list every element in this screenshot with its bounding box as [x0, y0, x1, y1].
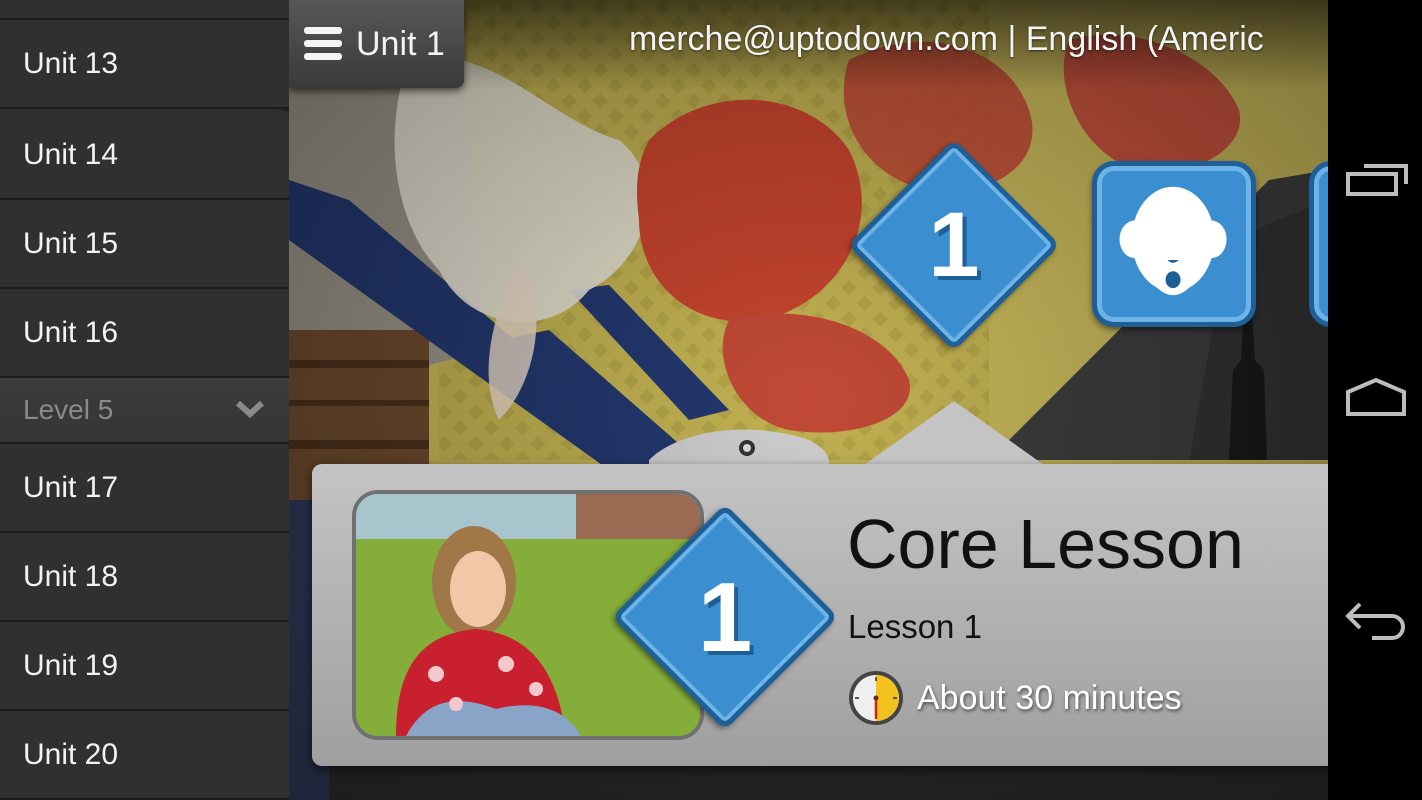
sidebar-item-partial[interactable] — [0, 0, 289, 20]
recent-apps-button[interactable] — [1340, 150, 1412, 210]
chevron-down-icon — [235, 400, 265, 419]
home-button[interactable] — [1340, 370, 1412, 430]
sidebar-item-unit-19[interactable]: Unit 19 — [0, 622, 289, 711]
hamburger-menu-icon — [304, 27, 342, 61]
lesson-card[interactable]: 1 Core Lesson Lesson 1 About 30 minutes — [312, 464, 1328, 766]
sidebar-item-label: Unit 15 — [23, 226, 119, 260]
unit-button-label: Unit 1 — [356, 24, 445, 63]
lesson-title: Core Lesson — [847, 505, 1244, 583]
activity-number: 1 — [928, 193, 980, 296]
back-icon — [1345, 602, 1405, 640]
sidebar-item-unit-17[interactable]: Unit 17 — [0, 444, 289, 533]
sidebar-item-unit-13[interactable]: Unit 13 — [0, 20, 289, 109]
duration-text: About 30 minutes — [917, 678, 1182, 717]
sidebar-level-5-header[interactable]: Level 5 — [0, 378, 289, 444]
clock-icon — [849, 671, 903, 725]
system-navigation-bar — [1328, 0, 1422, 800]
sidebar-item-unit-20[interactable]: Unit 20 — [0, 711, 289, 800]
sidebar-item-label: Unit 18 — [23, 559, 119, 593]
sidebar-item-label: Unit 17 — [23, 470, 119, 504]
card-pointer — [864, 401, 1044, 465]
account-language-text[interactable]: merche@uptodown.com | English (Americ — [629, 20, 1264, 59]
lesson-number-badge: 1 — [611, 503, 839, 731]
unit-screen: Unit 1 merche@uptodown.com | English (Am… — [289, 0, 1328, 800]
speaking-face-icon — [1119, 186, 1227, 296]
sidebar-item-label: Unit 13 — [23, 46, 119, 80]
speaking-activity-button[interactable] — [1092, 161, 1256, 327]
sidebar-level-label: Level 5 — [23, 394, 114, 425]
lesson-duration: About 30 minutes — [847, 669, 1182, 727]
sidebar-item-unit-18[interactable]: Unit 18 — [0, 533, 289, 622]
core-lesson-activity-button[interactable]: 1 — [847, 138, 1061, 352]
sidebar-item-unit-16[interactable]: Unit 16 — [0, 289, 289, 378]
next-activity-button[interactable] — [1309, 161, 1328, 327]
sidebar-item-label: Unit 16 — [23, 315, 119, 349]
home-icon — [1346, 377, 1406, 416]
sidebar-item-unit-14[interactable]: Unit 14 — [0, 111, 289, 200]
lesson-badge-number: 1 — [697, 561, 753, 672]
unit-drawer: Unit 13 Unit 14 Unit 15 Unit 16 Level 5 … — [0, 0, 289, 800]
back-button[interactable] — [1340, 590, 1412, 650]
sidebar-item-label: Unit 19 — [23, 648, 119, 682]
sidebar-item-label: Unit 14 — [23, 137, 119, 171]
sidebar-item-unit-15[interactable]: Unit 15 — [0, 200, 289, 289]
recent-apps-icon — [1346, 164, 1408, 196]
lesson-subtitle: Lesson 1 — [848, 608, 982, 645]
unit-menu-button[interactable]: Unit 1 — [289, 0, 464, 88]
sidebar-item-label: Unit 20 — [23, 737, 119, 771]
